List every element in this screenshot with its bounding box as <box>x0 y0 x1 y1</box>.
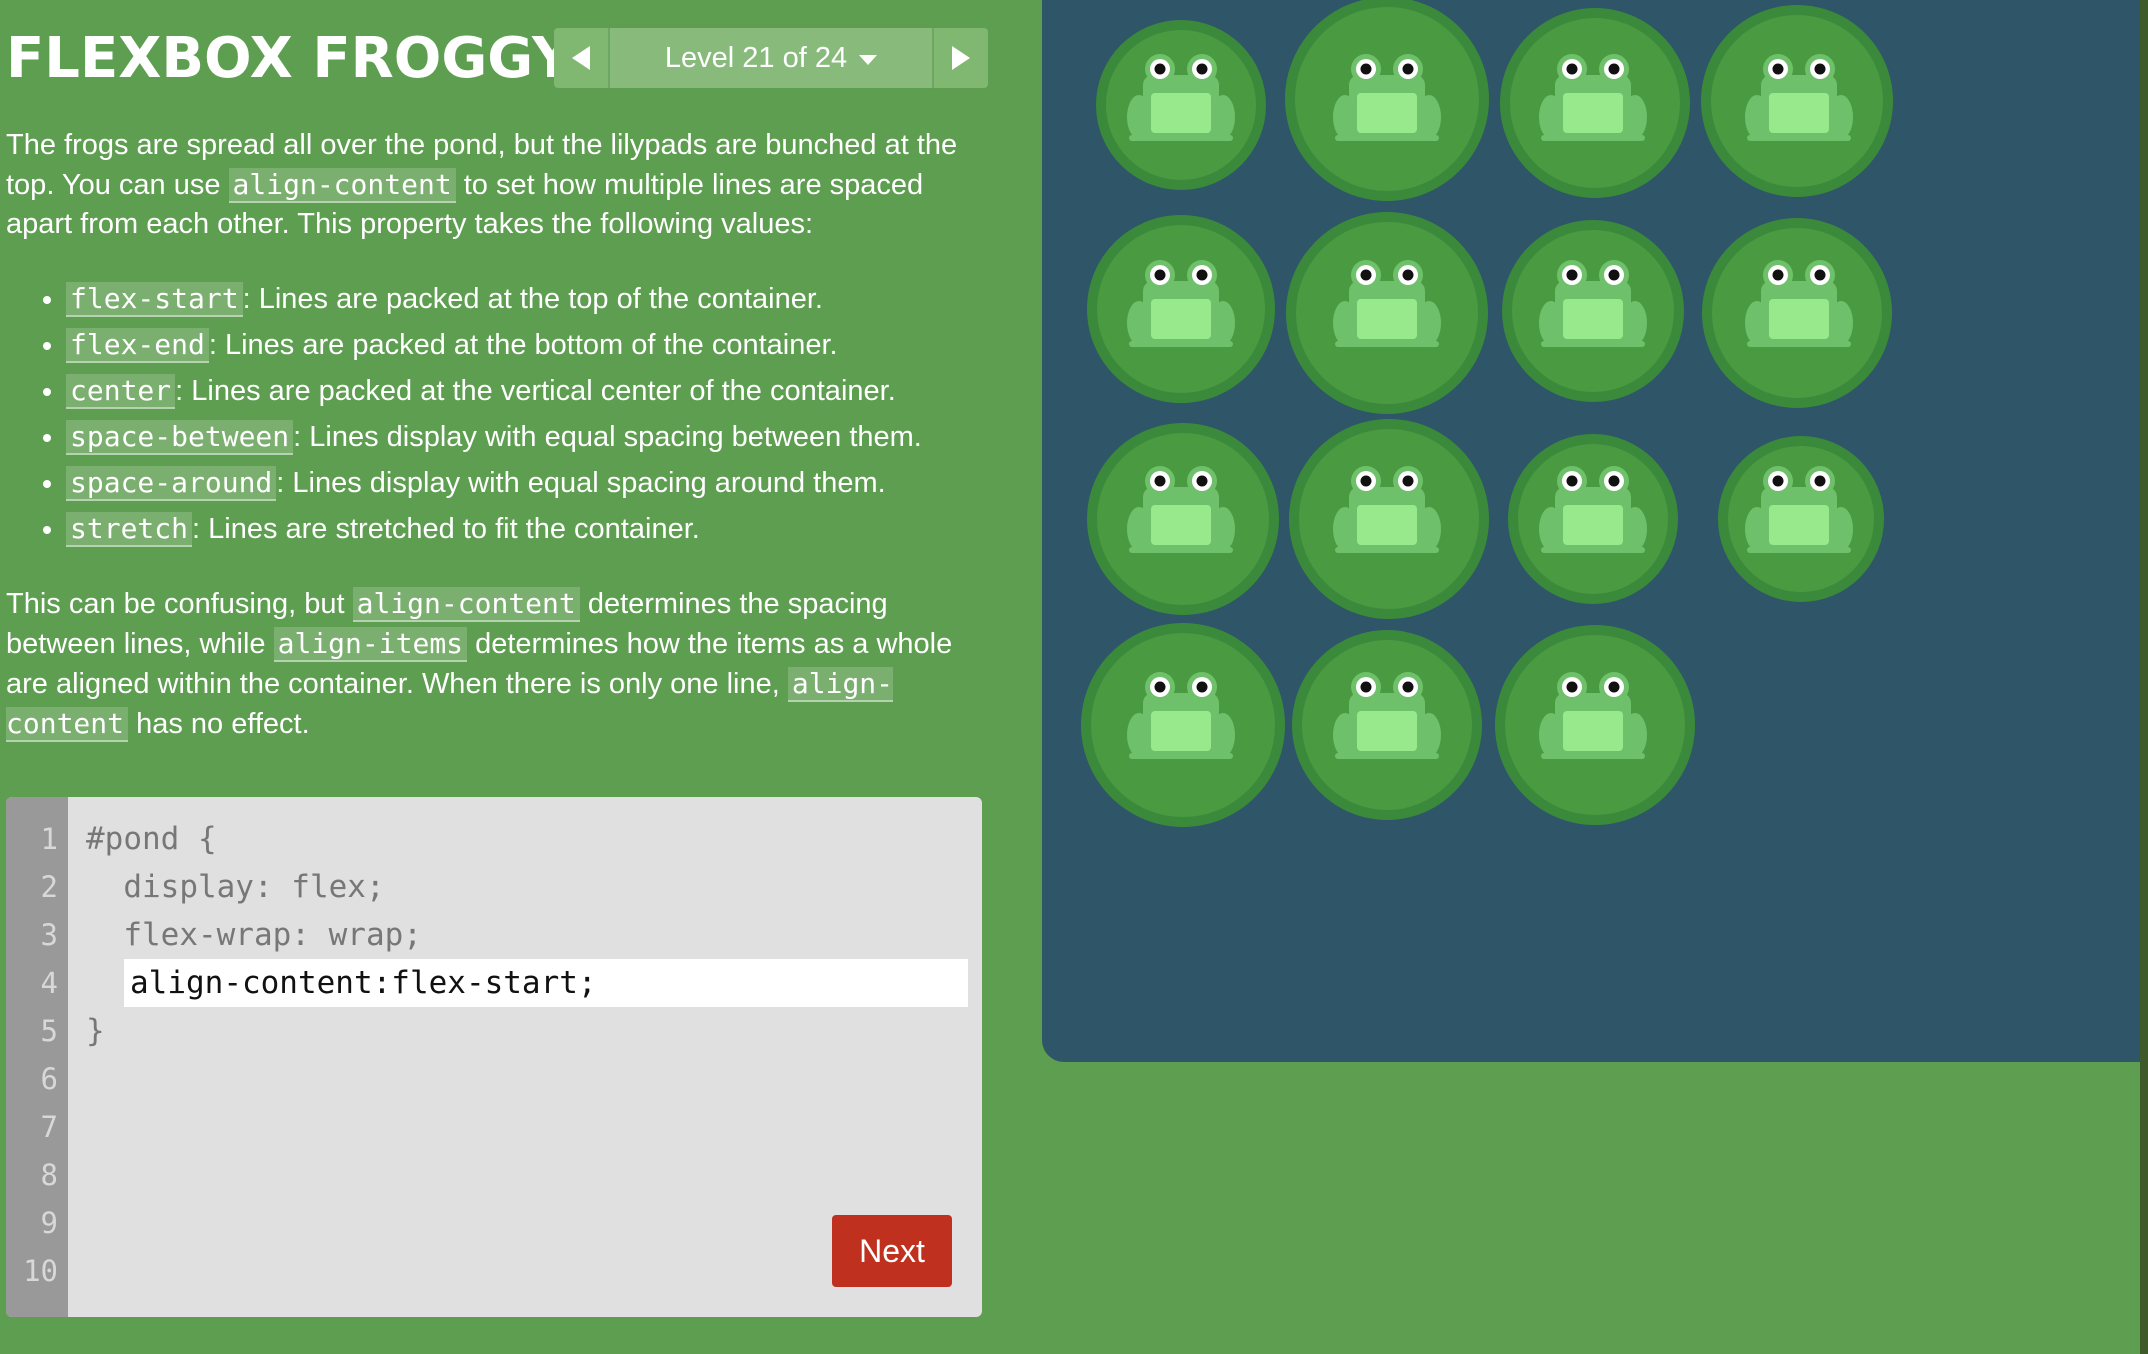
css-answer-input[interactable] <box>124 959 968 1007</box>
code-term[interactable]: align-content <box>228 168 456 203</box>
game-title: FLEXBOX FROGGY <box>6 26 573 91</box>
header: FLEXBOX FROGGY Level 21 of 24 <box>6 26 988 91</box>
arrow-right-icon <box>952 46 970 70</box>
code-line-selector: #pond { <box>86 821 217 857</box>
instructions: The frogs are spread all over the pond, … <box>6 126 996 744</box>
previous-level-button[interactable] <box>554 28 608 88</box>
list-item: stretch: Lines are stretched to fit the … <box>66 506 996 552</box>
list-item: flex-start: Lines are packed at the top … <box>66 276 996 322</box>
pond-cell <box>1696 0 1902 206</box>
pond-cell <box>1284 206 1490 414</box>
pond-cell <box>1490 412 1696 618</box>
level-indicator-dropdown[interactable]: Level 21 of 24 <box>608 28 934 88</box>
code-line-display: display: flex; <box>86 869 385 905</box>
caret-down-icon <box>859 55 878 65</box>
pond-cell <box>1284 618 1490 824</box>
frog-icon <box>1127 260 1235 347</box>
code-editor: 1 2 3 4 5 6 7 8 9 10 #pond { display: fl… <box>6 797 982 1317</box>
frog-icon <box>1333 54 1441 141</box>
pond-cell <box>1696 412 1902 618</box>
line-number: 8 <box>40 1158 58 1192</box>
frog-icon <box>1539 466 1647 553</box>
line-number: 10 <box>23 1254 58 1288</box>
arrow-left-icon <box>572 46 590 70</box>
pond <box>1042 0 2148 1062</box>
frog-icon <box>1333 466 1441 553</box>
line-number: 2 <box>40 870 58 904</box>
line-number: 3 <box>40 918 58 952</box>
sidebar: FLEXBOX FROGGY Level 21 of 24 The frogs … <box>0 0 1000 1354</box>
code-term[interactable]: space-between <box>66 420 294 455</box>
code-line-flex-wrap: flex-wrap: wrap; <box>86 917 422 953</box>
pond-cell <box>1490 618 1696 825</box>
pond-cell <box>1078 0 1284 206</box>
code-term[interactable]: flex-start <box>66 282 243 317</box>
values-list: flex-start: Lines are packed at the top … <box>6 276 996 552</box>
frog-icon <box>1539 260 1647 347</box>
pond-cell <box>1696 206 1902 412</box>
code-term[interactable]: stretch <box>66 512 193 547</box>
line-number: 4 <box>40 966 58 1000</box>
frog-icon <box>1333 672 1441 759</box>
next-level-button[interactable] <box>934 28 988 88</box>
instructions-intro: The frogs are spread all over the pond, … <box>6 129 958 240</box>
frog-icon <box>1333 260 1441 347</box>
code-line-closing-brace: } <box>86 1013 105 1049</box>
frog-icon <box>1539 672 1647 759</box>
frog-icon <box>1745 54 1853 141</box>
line-number: 1 <box>40 822 58 856</box>
pond-cell <box>1284 412 1490 619</box>
code-area: #pond { display: flex; flex-wrap: wrap; … <box>86 815 976 1055</box>
list-item: center: Lines are packed at the vertical… <box>66 368 996 414</box>
pond-cell <box>1078 206 1284 412</box>
frog-icon <box>1745 466 1853 553</box>
line-number: 6 <box>40 1062 58 1096</box>
list-item: space-around: Lines display with equal s… <box>66 460 996 506</box>
pond-cell <box>1078 412 1284 618</box>
line-number: 9 <box>40 1206 58 1240</box>
level-indicator-label: Level 21 of 24 <box>664 41 848 74</box>
code-term[interactable]: align-items <box>273 627 468 662</box>
level-navigation: Level 21 of 24 <box>554 28 988 88</box>
code-term[interactable]: flex-end <box>66 328 209 363</box>
code-term[interactable]: space-around <box>66 466 277 501</box>
list-item: flex-end: Lines are packed at the bottom… <box>66 322 996 368</box>
frog-icon <box>1127 466 1235 553</box>
line-number: 7 <box>40 1110 58 1144</box>
line-number: 5 <box>40 1014 58 1048</box>
list-item: space-between: Lines display with equal … <box>66 414 996 460</box>
frog-icon <box>1539 54 1647 141</box>
frog-icon <box>1127 54 1235 141</box>
frog-icon <box>1745 260 1853 347</box>
code-term[interactable]: align-content <box>352 587 580 622</box>
next-button[interactable]: Next <box>832 1215 952 1287</box>
pond-cell <box>1490 206 1696 412</box>
frog-icon <box>1127 672 1235 759</box>
code-term[interactable]: center <box>66 374 176 409</box>
pond-cell <box>1284 0 1490 206</box>
pond-cell <box>1490 0 1696 206</box>
window-edge <box>2140 0 2148 1354</box>
pond-cell <box>1078 618 1285 827</box>
line-number-gutter: 1 2 3 4 5 6 7 8 9 10 <box>6 797 68 1317</box>
instructions-note: This can be confusing, but align-content… <box>6 587 953 742</box>
pond-items <box>1042 0 2072 827</box>
